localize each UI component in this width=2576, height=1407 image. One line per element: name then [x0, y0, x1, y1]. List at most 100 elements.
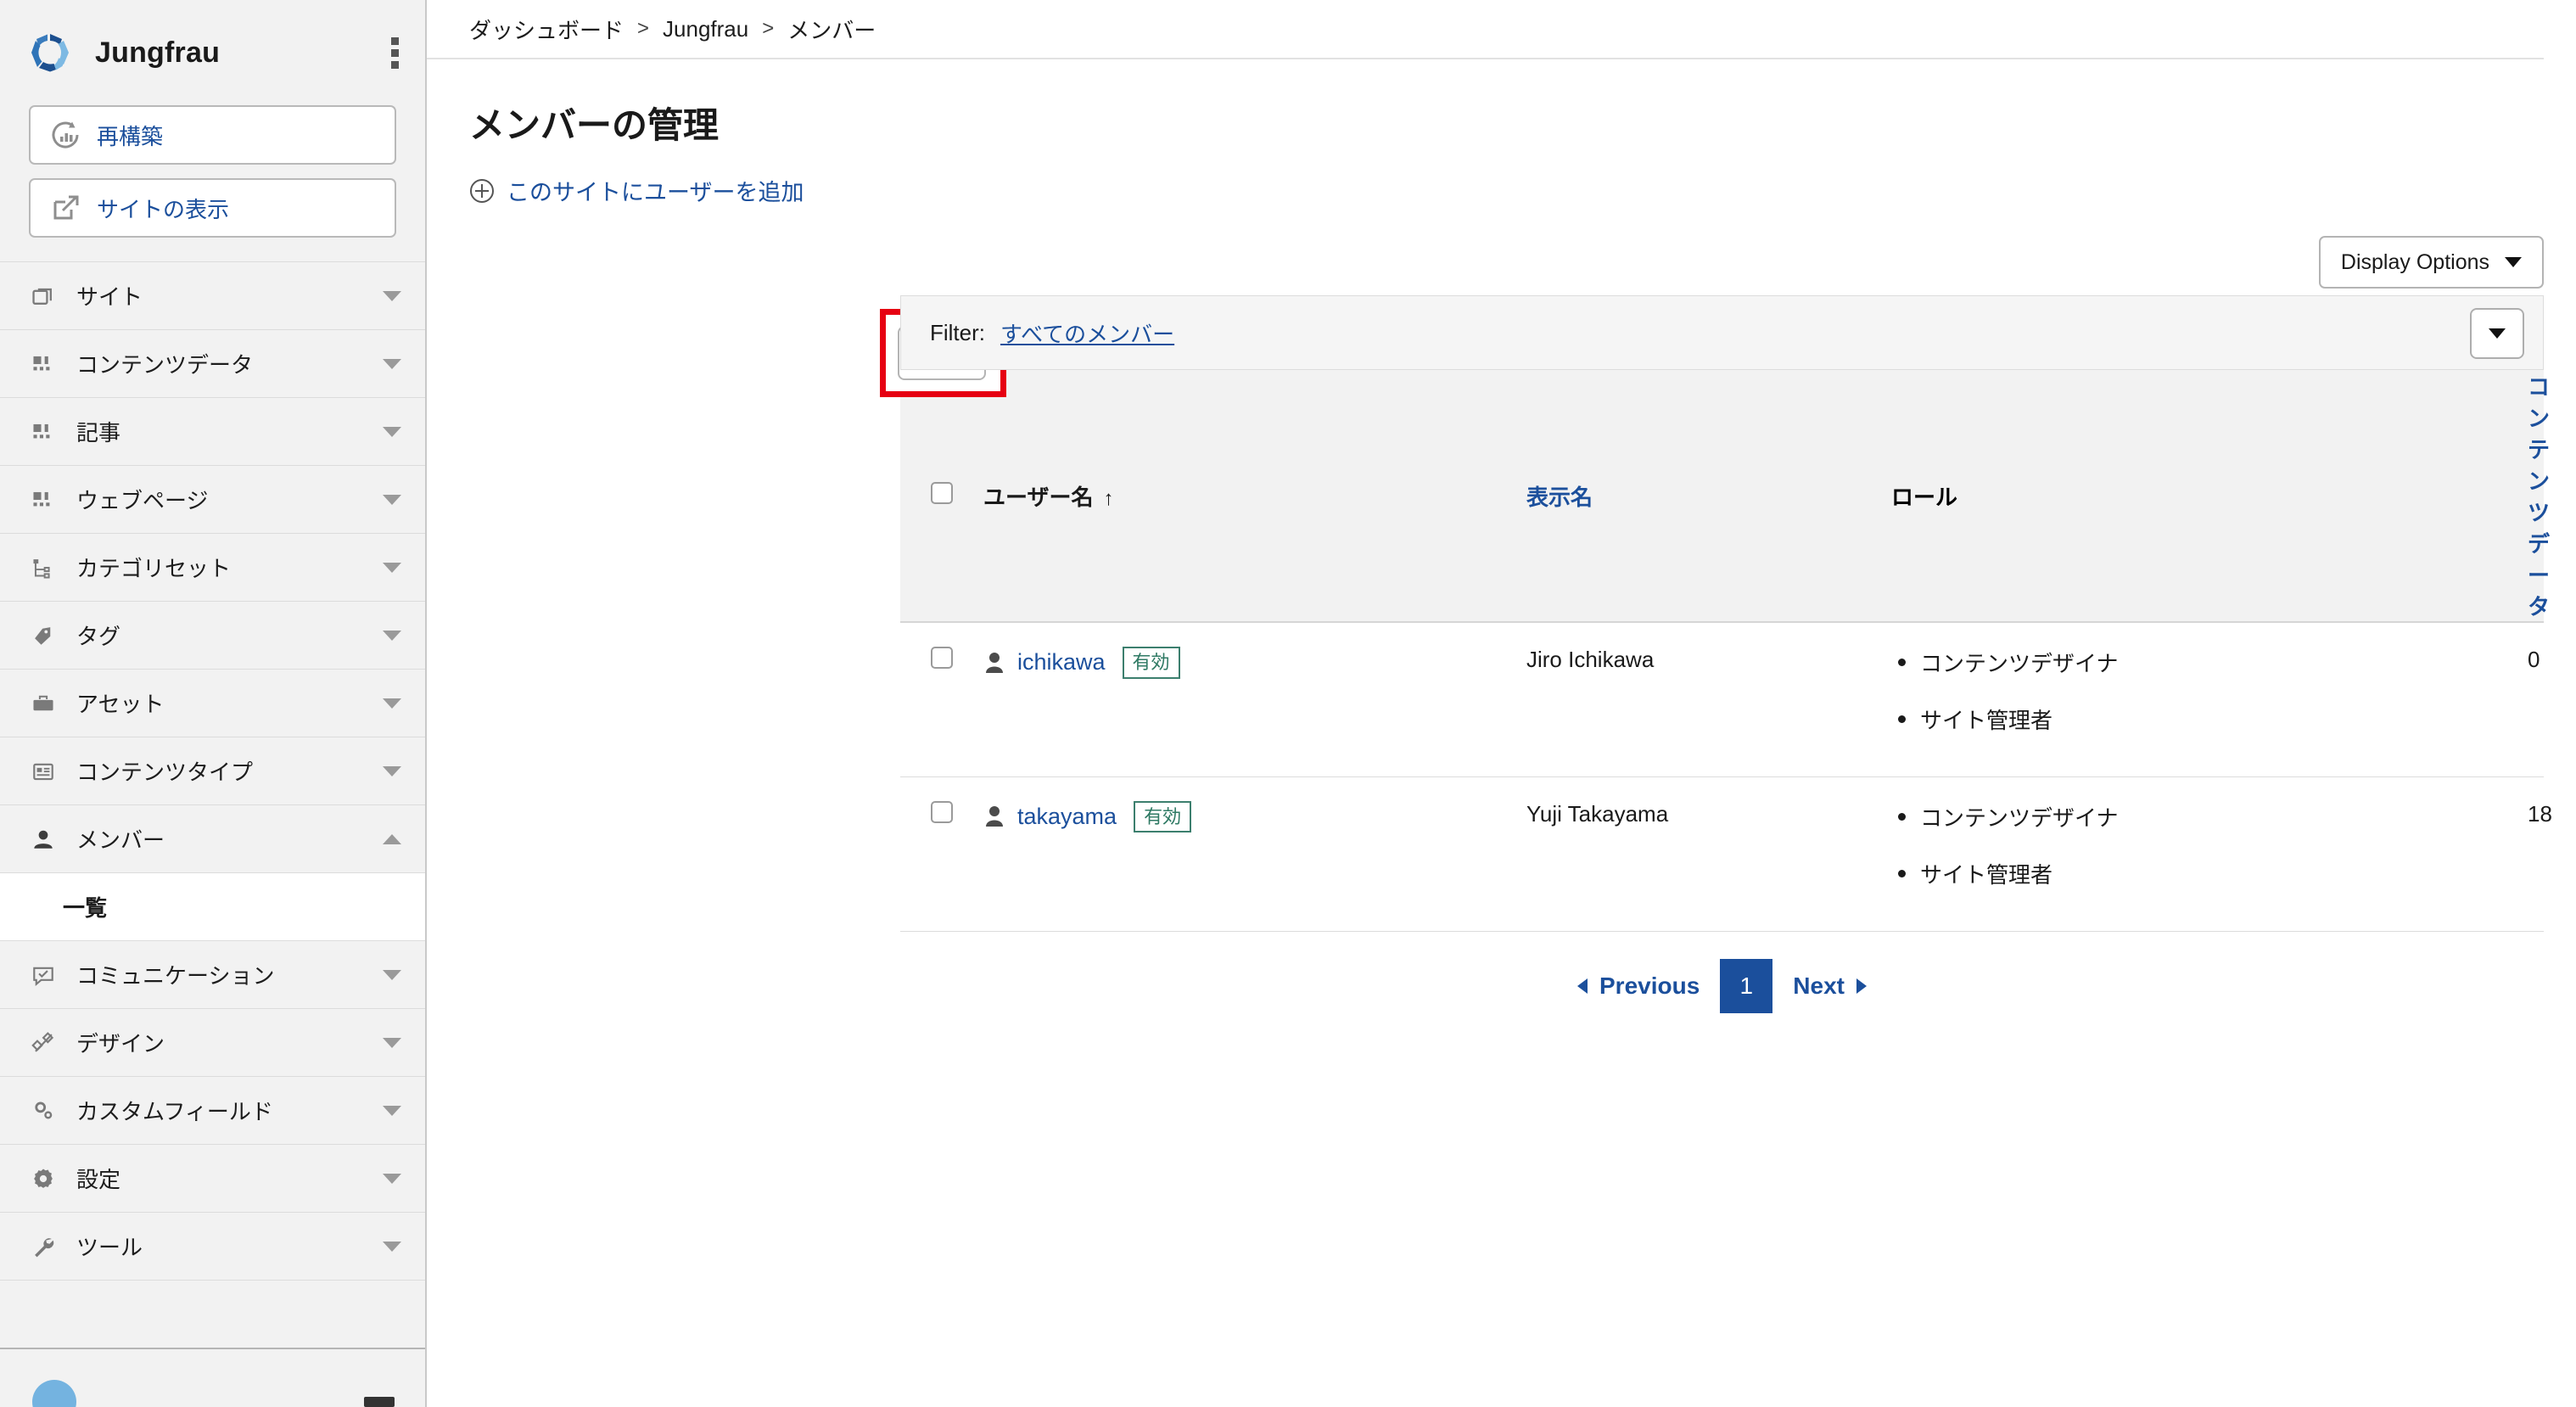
person-icon	[983, 650, 1005, 675]
sidebar-item-entries[interactable]: 記事	[0, 398, 425, 466]
design-icon	[29, 1029, 58, 1057]
avatar[interactable]	[32, 1380, 76, 1407]
breadcrumb: ダッシュボード > Jungfrau > メンバー	[427, 0, 2544, 59]
column-header-username[interactable]: ユーザー名 ↑	[983, 370, 1526, 623]
sidebar-item-tags[interactable]: タグ	[0, 602, 425, 670]
chevron-up-icon[interactable]	[383, 833, 401, 844]
row-content-data-cell: 0	[2528, 622, 2544, 777]
sidebar-spacer	[0, 1281, 425, 1349]
chevron-down-icon[interactable]	[383, 1241, 401, 1252]
username-link[interactable]: ichikawa	[1017, 649, 1106, 675]
column-header-label: 表示名	[1526, 484, 1593, 510]
table-row: takayama 有効 Yuji Takayama コンテンツデザイナ サイト管…	[900, 776, 2552, 932]
column-header-display-name[interactable]: 表示名	[1526, 370, 1891, 623]
sidebar-item-custom-field[interactable]: カスタムフィールド	[0, 1077, 425, 1145]
rebuild-button-label: 再構築	[97, 123, 164, 149]
sort-ascending-icon: ↑	[1103, 486, 1114, 510]
view-site-button[interactable]: サイトの表示	[29, 178, 396, 238]
pagination: Previous 1 Next	[900, 932, 2544, 1013]
add-user-label: このサイトにユーザーを追加	[507, 180, 804, 205]
sidebar-item-label: サイト	[76, 284, 143, 310]
row-checkbox[interactable]	[931, 647, 953, 669]
pagination-next-label: Next	[1793, 972, 1845, 999]
sidebar-item-communication[interactable]: コミュニケーション	[0, 941, 425, 1009]
caret-down-icon	[2505, 257, 2522, 267]
tools-wrench-icon	[29, 1232, 58, 1261]
sidebar-item-content-type[interactable]: コンテンツタイプ	[0, 737, 425, 805]
add-user-link[interactable]: このサイトにユーザーを追加	[427, 149, 2576, 207]
sidebar-item-content-data[interactable]: コンテンツデータ	[0, 330, 425, 398]
column-header-content-data[interactable]: コンテンツデータ	[2528, 370, 2550, 623]
select-all-header	[900, 370, 983, 623]
kebab-menu-icon[interactable]	[391, 36, 400, 69]
sidebar-subitem-list[interactable]: 一覧	[0, 873, 425, 941]
role-item: コンテンツデザイナ	[1891, 801, 2528, 832]
sidebar-item-member[interactable]: メンバー	[0, 805, 425, 873]
chevron-down-icon[interactable]	[383, 290, 401, 301]
row-username-cell: takayama 有効	[983, 776, 1526, 932]
role-item: コンテンツデザイナ	[1891, 647, 2528, 678]
triangle-left-icon	[1577, 978, 1588, 994]
chevron-down-icon[interactable]	[383, 630, 401, 641]
column-header-label: ロール	[1891, 484, 1958, 510]
filter-value-link[interactable]: すべてのメンバー	[1000, 317, 1174, 349]
pagination-page-1[interactable]: 1	[1720, 958, 1773, 1013]
webpages-grid-icon	[29, 485, 58, 514]
chevron-down-icon[interactable]	[383, 1105, 401, 1116]
settings-gear-icon	[29, 1164, 58, 1193]
row-checkbox[interactable]	[931, 800, 953, 823]
chevron-down-icon[interactable]	[383, 698, 401, 709]
pagination-previous-label: Previous	[1599, 972, 1700, 999]
sidebar-item-design[interactable]: デザイン	[0, 1009, 425, 1077]
sidebar-item-asset[interactable]: アセット	[0, 670, 425, 737]
jungfrau-ring-logo-icon	[27, 30, 73, 76]
members-table: ユーザー名 ↑ 表示名 ロール コンテンツデータ ichikawa 有効 Jir…	[900, 370, 2552, 932]
caret-down-icon	[2489, 328, 2506, 339]
sidebar-subitem-label: 一覧	[63, 895, 108, 921]
sidebar-item-label: デザイン	[76, 1031, 165, 1057]
breadcrumb-item-member[interactable]: メンバー	[787, 14, 876, 45]
chevron-down-icon[interactable]	[383, 1173, 401, 1184]
filter-dropdown-button[interactable]	[2470, 308, 2524, 359]
sidebar-item-tools[interactable]: ツール	[0, 1213, 425, 1281]
chevron-down-icon[interactable]	[383, 426, 401, 437]
chevron-down-icon[interactable]	[383, 969, 401, 980]
member-person-icon	[29, 825, 58, 854]
sites-stack-icon	[29, 282, 58, 311]
sidebar-item-webpages[interactable]: ウェブページ	[0, 466, 425, 534]
sidebar-item-label: アセット	[76, 692, 165, 717]
chevron-down-icon[interactable]	[383, 494, 401, 505]
filter-bar: Filter: すべてのメンバー	[900, 295, 2544, 370]
sidebar-footer	[0, 1349, 425, 1407]
pagination-previous[interactable]: Previous	[1557, 973, 1720, 1000]
chevron-down-icon[interactable]	[383, 1037, 401, 1048]
chevron-down-icon[interactable]	[383, 358, 401, 369]
sidebar-item-settings[interactable]: 設定	[0, 1145, 425, 1213]
rebuild-button[interactable]: 再構築	[29, 105, 396, 165]
chevron-down-icon[interactable]	[383, 765, 401, 776]
filter-label: Filter:	[930, 319, 985, 345]
pagination-next[interactable]: Next	[1772, 973, 1887, 1000]
username-link[interactable]: takayama	[1017, 804, 1117, 830]
sidebar-item-label: ウェブページ	[76, 488, 209, 513]
breadcrumb-item-site[interactable]: Jungfrau	[663, 16, 748, 42]
sidebar-item-label: 設定	[76, 1167, 121, 1192]
sidebar-item-category-set[interactable]: カテゴリセット	[0, 534, 425, 602]
row-username-cell: ichikawa 有効	[983, 622, 1526, 777]
breadcrumb-item-dashboard[interactable]: ダッシュボード	[469, 14, 624, 45]
sidebar-item-sites[interactable]: サイト	[0, 262, 425, 330]
members-panel: Filter: すべてのメンバー ユーザー名 ↑ 表示名 ロール コンテンツデー…	[900, 295, 2552, 1013]
display-options-button[interactable]: Display Options	[2318, 236, 2544, 289]
chevron-down-icon[interactable]	[383, 562, 401, 573]
sidebar-item-label: カスタムフィールド	[76, 1099, 273, 1124]
sidebar-item-label: コンテンツデータ	[76, 352, 254, 378]
select-all-checkbox[interactable]	[931, 481, 953, 504]
sidebar-item-label: コミュニケーション	[76, 963, 275, 989]
triangle-right-icon	[1856, 978, 1867, 994]
column-header-role: ロール	[1891, 370, 2528, 623]
row-select-cell	[900, 622, 983, 777]
custom-field-gears-icon	[29, 1096, 58, 1125]
sidebar-footer-button[interactable]	[364, 1397, 395, 1407]
row-select-cell	[900, 776, 983, 932]
rebuild-chart-refresh-icon	[49, 119, 81, 151]
